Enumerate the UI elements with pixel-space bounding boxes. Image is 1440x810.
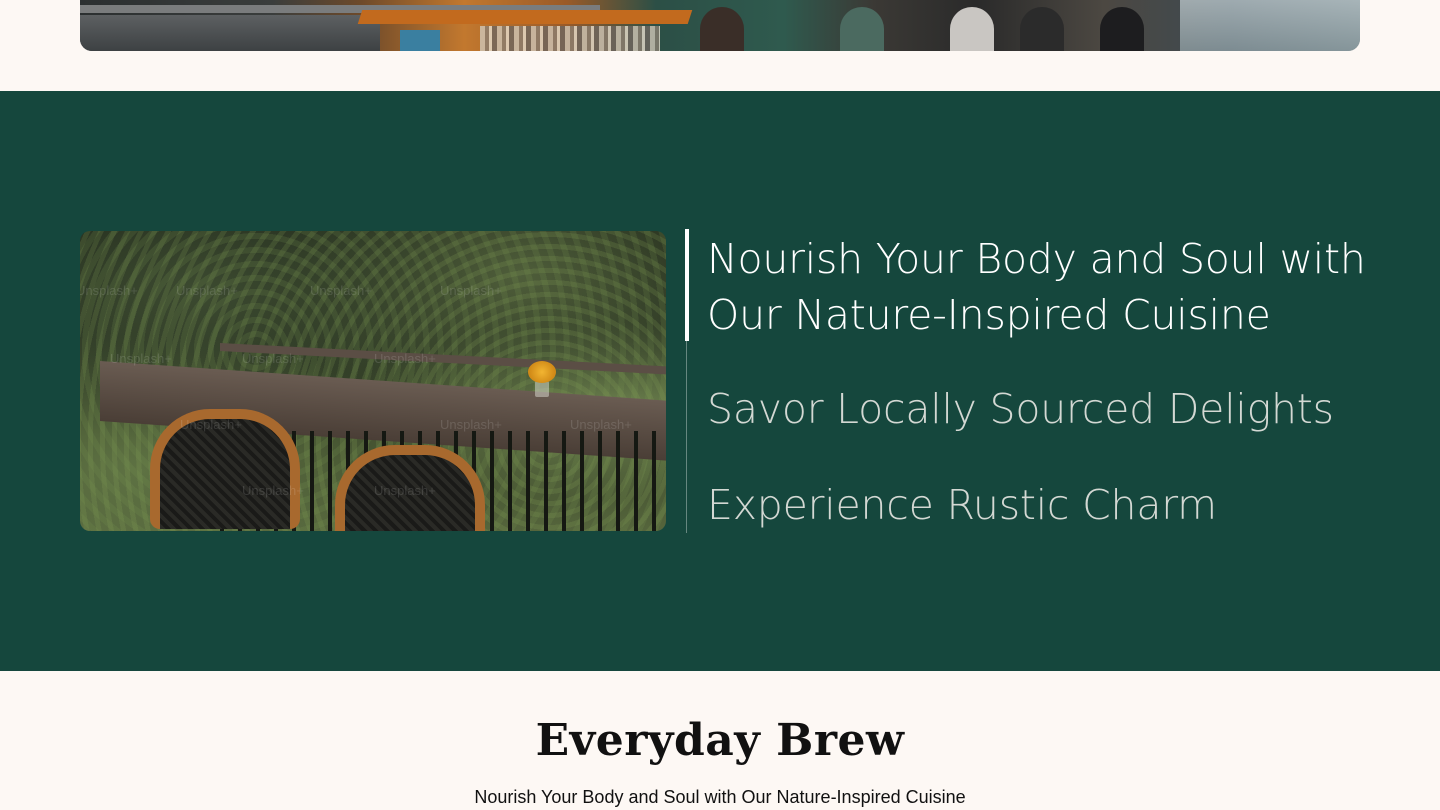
accordion-item-nourish[interactable]: Nourish Your Body and Soul with Our Natu… (685, 229, 1366, 341)
feature-image: Unsplash+ Unsplash+ Unsplash+ Unsplash+ … (80, 231, 666, 531)
accordion-item-label: Nourish Your Body and Soul with Our Natu… (707, 235, 1366, 339)
accordion-item-label: Savor Locally Sourced Delights (707, 385, 1334, 433)
diner (700, 7, 744, 51)
flower (528, 361, 556, 383)
section-subtitle: Nourish Your Body and Soul with Our Natu… (474, 787, 966, 807)
accordion-item-savor[interactable]: Savor Locally Sourced Delights (687, 381, 1366, 437)
watermark-text: Unsplash+ (440, 283, 502, 298)
diner (1100, 7, 1144, 51)
accordion-item-rustic[interactable]: Experience Rustic Charm (687, 477, 1366, 533)
brew-section: Everyday Brew Nourish Your Body and Soul… (0, 671, 1440, 810)
watermark-text: Unsplash+ (242, 483, 304, 498)
watermark-text: Unsplash+ (310, 283, 372, 298)
bar-wood-top (357, 10, 693, 24)
window (1180, 0, 1360, 51)
bar-counter (80, 15, 380, 51)
bar-glasses (480, 26, 660, 51)
hero-image (80, 0, 1360, 51)
accordion-item-label: Experience Rustic Charm (707, 481, 1217, 529)
watermark-text: Unsplash+ (440, 417, 502, 432)
feature-section: Unsplash+ Unsplash+ Unsplash+ Unsplash+ … (0, 91, 1440, 671)
watermark-text: Unsplash+ (110, 351, 172, 366)
blue-sign (400, 30, 440, 51)
watermark-text: Unsplash+ (180, 417, 242, 432)
feature-accordion: Nourish Your Body and Soul with Our Natu… (685, 229, 1366, 533)
watermark-text: Unsplash+ (242, 351, 304, 366)
diner (950, 7, 994, 51)
diner (1020, 7, 1064, 51)
section-title: Everyday Brew (535, 715, 905, 766)
watermark-text: Unsplash+ (374, 483, 436, 498)
watermark-text: Unsplash+ (176, 283, 238, 298)
watermark-text: Unsplash+ (374, 351, 436, 366)
diner (840, 7, 884, 51)
vase (535, 381, 549, 397)
watermark-text: Unsplash+ (80, 283, 138, 298)
watermark-text: Unsplash+ (570, 417, 632, 432)
